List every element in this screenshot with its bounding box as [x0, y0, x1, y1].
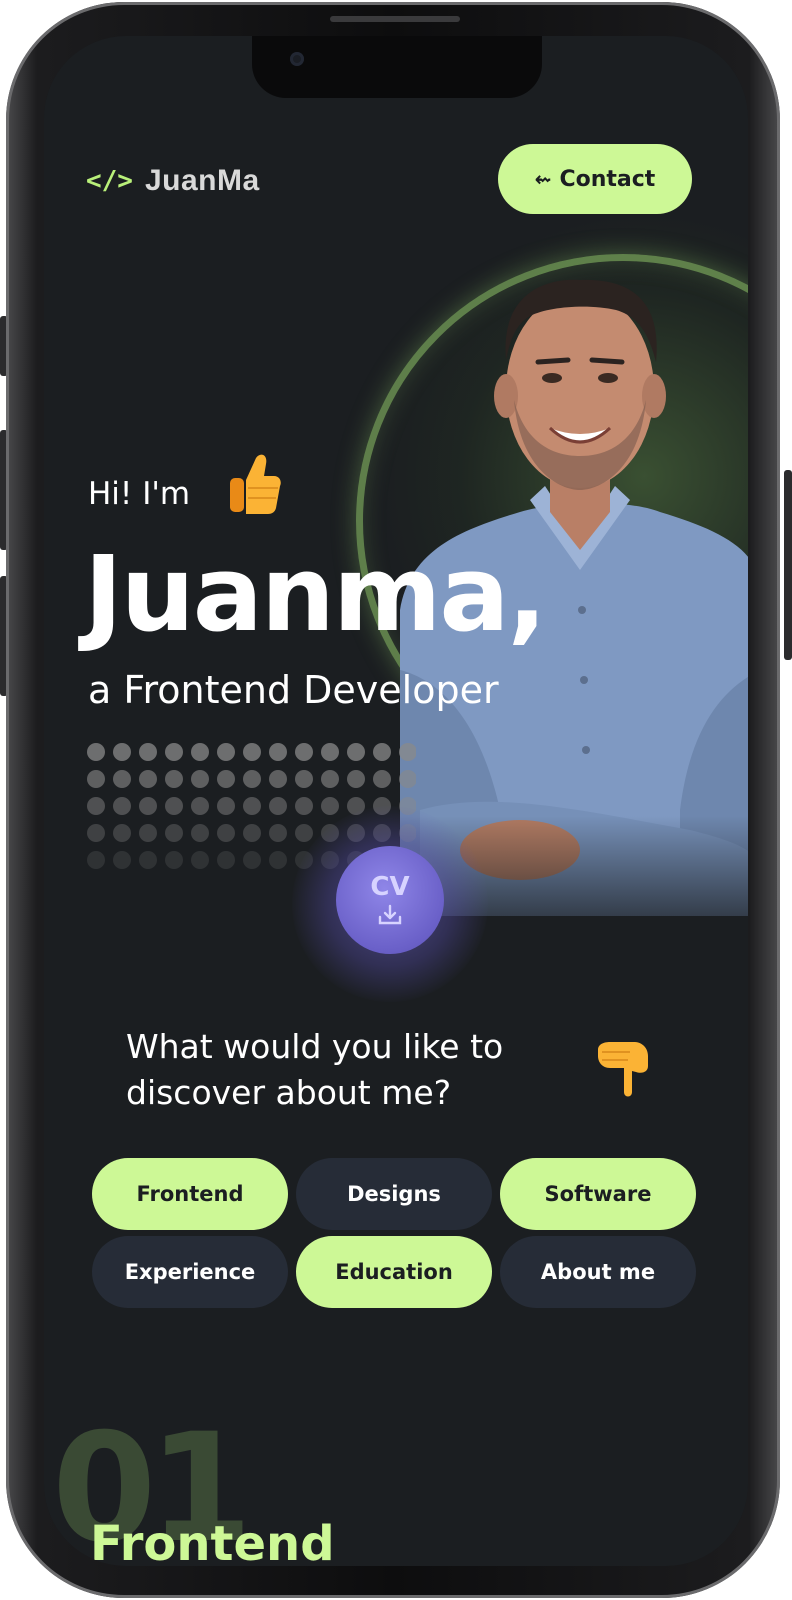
category-chip-education[interactable]: Education	[296, 1236, 492, 1308]
pattern-dot	[113, 824, 131, 842]
pattern-dot	[139, 824, 157, 842]
pattern-dot	[243, 851, 261, 869]
logo[interactable]: </> JuanMa	[86, 164, 260, 198]
cv-download-button[interactable]: CV	[336, 846, 444, 954]
pattern-dot	[269, 797, 287, 815]
pattern-dot	[243, 824, 261, 842]
power-button	[784, 470, 792, 660]
pattern-dot	[347, 770, 365, 788]
category-chips: Frontend Designs Software Experience Educati…	[92, 1158, 696, 1308]
pattern-dot	[165, 851, 183, 869]
cv-label: CV	[370, 872, 410, 902]
pattern-dot	[139, 743, 157, 761]
wave-arrow-icon: ⇜	[534, 167, 552, 191]
phone-screen: </> JuanMa ⇜ Contact Hi! I'm Juanma, a F…	[44, 36, 748, 1566]
pattern-dot	[113, 770, 131, 788]
pattern-dot	[399, 743, 416, 761]
pattern-dot	[191, 824, 209, 842]
hero-name: Juanma,	[84, 533, 547, 655]
code-icon: </>	[86, 166, 133, 196]
pattern-dot	[113, 743, 131, 761]
pattern-dot	[295, 797, 313, 815]
pattern-dot	[191, 743, 209, 761]
contact-button[interactable]: ⇜ Contact	[498, 144, 692, 214]
pattern-dot	[295, 770, 313, 788]
section-title: Frontend	[90, 1516, 335, 1566]
pattern-dot	[87, 770, 105, 788]
pattern-dot	[191, 770, 209, 788]
pattern-dot	[139, 797, 157, 815]
pattern-dot	[347, 743, 365, 761]
pattern-dot	[165, 743, 183, 761]
pattern-dot	[139, 851, 157, 869]
pattern-dot	[87, 743, 105, 761]
pattern-dot	[295, 743, 313, 761]
pattern-dot	[373, 770, 391, 788]
category-chip-frontend[interactable]: Frontend	[92, 1158, 288, 1230]
pattern-dot	[191, 851, 209, 869]
logo-text: JuanMa	[144, 164, 260, 197]
category-chip-software[interactable]: Software	[500, 1158, 696, 1230]
front-camera-icon	[290, 52, 304, 66]
pattern-dot	[243, 770, 261, 788]
pattern-dot	[243, 743, 261, 761]
pattern-dot	[217, 824, 235, 842]
pattern-dot	[139, 770, 157, 788]
pattern-dot	[217, 797, 235, 815]
pattern-dot	[373, 743, 391, 761]
pattern-dot	[399, 770, 416, 788]
hero-role: a Frontend Developer	[88, 668, 499, 712]
pattern-dot	[321, 743, 339, 761]
pattern-dot	[113, 797, 131, 815]
question-line-2: discover about me?	[126, 1073, 452, 1112]
category-chip-designs[interactable]: Designs	[296, 1158, 492, 1230]
pattern-dot	[217, 743, 235, 761]
pattern-dot	[321, 797, 339, 815]
pattern-dot	[269, 743, 287, 761]
pattern-dot	[87, 797, 105, 815]
pattern-dot	[165, 797, 183, 815]
download-icon	[378, 904, 402, 925]
greeting: Hi! I'm	[88, 476, 191, 512]
category-chip-experience[interactable]: Experience	[92, 1236, 288, 1308]
pattern-dot	[269, 824, 287, 842]
pattern-dot	[191, 797, 209, 815]
pattern-dot	[217, 851, 235, 869]
pattern-dot	[87, 824, 105, 842]
top-speaker	[330, 16, 460, 22]
pattern-dot	[165, 770, 183, 788]
notch	[252, 36, 542, 98]
pattern-dot	[243, 797, 261, 815]
pattern-dot	[321, 770, 339, 788]
pattern-dot	[217, 770, 235, 788]
contact-label: Contact	[559, 166, 656, 192]
pattern-dot	[87, 851, 105, 869]
pattern-dot	[113, 851, 131, 869]
pattern-dot	[165, 824, 183, 842]
pointing-down-hand-icon	[598, 1042, 648, 1097]
pattern-dot	[269, 770, 287, 788]
discover-question: What would you like to discover about me…	[126, 1024, 566, 1116]
pattern-dot	[269, 851, 287, 869]
pattern-dot	[295, 824, 313, 842]
thumbs-up-icon	[230, 454, 281, 514]
question-line-1: What would you like to	[126, 1027, 504, 1066]
category-chip-about-me[interactable]: About me	[500, 1236, 696, 1308]
